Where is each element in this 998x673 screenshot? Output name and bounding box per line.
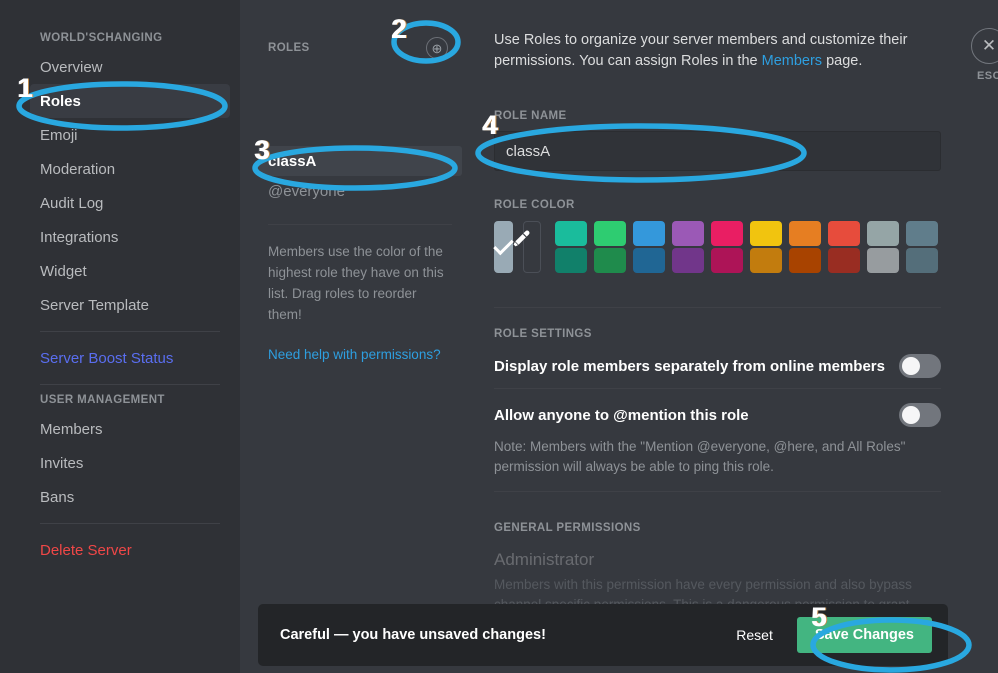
members-page-link[interactable]: Members (762, 53, 822, 69)
color-swatch-607d8b[interactable] (906, 221, 938, 246)
mentionable-setting-note: Note: Members with the "Mention @everyon… (494, 439, 906, 474)
role-list-item-classA[interactable]: classA (258, 146, 462, 176)
sidebar-item-moderation[interactable]: Moderation (30, 152, 230, 186)
reset-button[interactable]: Reset (736, 627, 773, 643)
color-swatch-71368a[interactable] (672, 248, 704, 273)
role-name-block: ROLE NAME (494, 110, 941, 171)
role-editor-pane: Use Roles to organize your server member… (484, 0, 998, 673)
color-swatch-1abc9c[interactable] (555, 221, 587, 246)
role-settings-block: ROLE SETTINGS Display role members separ… (494, 328, 941, 491)
toggle-knob (902, 357, 920, 375)
role-list: classA @everyone (258, 146, 462, 206)
user-management-header: USER MANAGEMENT (40, 394, 165, 406)
color-swatch-e67e22[interactable] (789, 221, 821, 246)
save-changes-button[interactable]: Save Changes (796, 617, 932, 653)
color-swatch-546e7a[interactable] (906, 248, 938, 273)
mentionable-toggle[interactable] (899, 403, 941, 427)
color-swatch-e74c3c[interactable] (828, 221, 860, 246)
general-permissions-block: GENERAL PERMISSIONS Administrator Member… (494, 522, 938, 615)
sidebar-item-widget[interactable]: Widget (30, 254, 230, 288)
sidebar-item-members[interactable]: Members (30, 412, 230, 446)
sidebar-item-server-template[interactable]: Server Template (30, 288, 230, 322)
color-swatch-206694[interactable] (633, 248, 665, 273)
color-swatch-992d22[interactable] (828, 248, 860, 273)
color-swatch-9b59b6[interactable] (672, 221, 704, 246)
sidebar-item-delete-server[interactable]: Delete Server (30, 533, 230, 567)
mentionable-setting-title: Allow anyone to @mention this role (494, 406, 749, 424)
eyedropper-icon (513, 230, 530, 247)
toggle-knob (902, 406, 920, 424)
sidebar-item-overview[interactable]: Overview (30, 50, 230, 84)
roles-title: ROLES (268, 42, 310, 54)
role-color-block: ROLE COLOR (493, 199, 938, 273)
sidebar-item-server-boost-status[interactable]: Server Boost Status (30, 341, 230, 375)
sidebar-item-integrations[interactable]: Integrations (30, 220, 230, 254)
color-palette-grid[interactable] (555, 221, 938, 273)
sidebar-item-roles[interactable]: Roles (30, 84, 230, 118)
administrator-permission-title: Administrator (494, 550, 595, 569)
role-name-label: ROLE NAME (494, 110, 567, 122)
color-swatch-f1c40f[interactable] (750, 221, 782, 246)
roles-column-divider (268, 224, 452, 225)
sidebar-divider-3 (40, 523, 220, 524)
color-swatch-11806a[interactable] (555, 248, 587, 273)
general-permissions-label: GENERAL PERMISSIONS (494, 522, 641, 534)
settings-sidebar: WORLD'SCHANGING Overview Roles Emoji Mod… (0, 0, 240, 673)
color-swatch-3498db[interactable] (633, 221, 665, 246)
color-swatch-row (493, 221, 938, 273)
setting-row-hoist: Display role members separately from onl… (494, 340, 941, 388)
sidebar-item-bans[interactable]: Bans (30, 480, 230, 514)
color-swatch-2ecc71[interactable] (594, 221, 626, 246)
pane-divider-2 (494, 491, 941, 492)
intro-text-part2: page. (822, 53, 863, 69)
plus-circle-icon: ⊕ (431, 40, 443, 56)
unsaved-changes-message: Careful — you have unsaved changes! (280, 627, 546, 643)
color-swatch-95a5a6[interactable] (867, 221, 899, 246)
color-swatch-a84300[interactable] (789, 248, 821, 273)
color-swatch-1f8b4c[interactable] (594, 248, 626, 273)
custom-color-picker-button[interactable] (513, 221, 541, 273)
hoist-setting-title: Display role members separately from onl… (494, 357, 885, 375)
server-settings-window: WORLD'SCHANGING Overview Roles Emoji Mod… (0, 0, 998, 673)
roles-intro-text: Use Roles to organize your server member… (494, 30, 938, 72)
add-role-button[interactable]: ⊕ (426, 37, 448, 59)
close-button[interactable]: ✕ (971, 28, 998, 64)
role-name-input[interactable] (494, 131, 941, 171)
color-swatch-979c9f[interactable] (867, 248, 899, 273)
hoist-toggle[interactable] (899, 354, 941, 378)
role-list-item-everyone[interactable]: @everyone (258, 176, 462, 206)
role-color-label: ROLE COLOR (494, 199, 575, 211)
color-swatch-ad1457[interactable] (711, 248, 743, 273)
permissions-help-link[interactable]: Need help with permissions? (258, 347, 462, 362)
sidebar-item-emoji[interactable]: Emoji (30, 118, 230, 152)
unsaved-changes-bar: Careful — you have unsaved changes! Rese… (258, 604, 948, 666)
esc-label: ESC (976, 70, 998, 82)
roles-column: ROLES ⊕ classA @everyone Members use the… (240, 0, 484, 673)
role-settings-label: ROLE SETTINGS (494, 328, 592, 340)
server-name-header: WORLD'SCHANGING (40, 32, 163, 44)
close-icon: ✕ (981, 36, 997, 55)
close-settings-group: ✕ ESC (962, 28, 998, 82)
sidebar-divider-1 (40, 331, 220, 332)
setting-row-mentionable: Allow anyone to @mention this role (494, 389, 941, 437)
color-swatch-e91e63[interactable] (711, 221, 743, 246)
sidebar-divider-2 (40, 384, 220, 385)
sidebar-item-invites[interactable]: Invites (30, 446, 230, 480)
color-swatch-c27c0e[interactable] (750, 248, 782, 273)
roles-reorder-hint: Members use the color of the highest rol… (268, 244, 444, 322)
roles-column-header: ROLES ⊕ (258, 34, 462, 62)
sidebar-item-audit-log[interactable]: Audit Log (30, 186, 230, 220)
pane-divider-1 (494, 307, 941, 308)
